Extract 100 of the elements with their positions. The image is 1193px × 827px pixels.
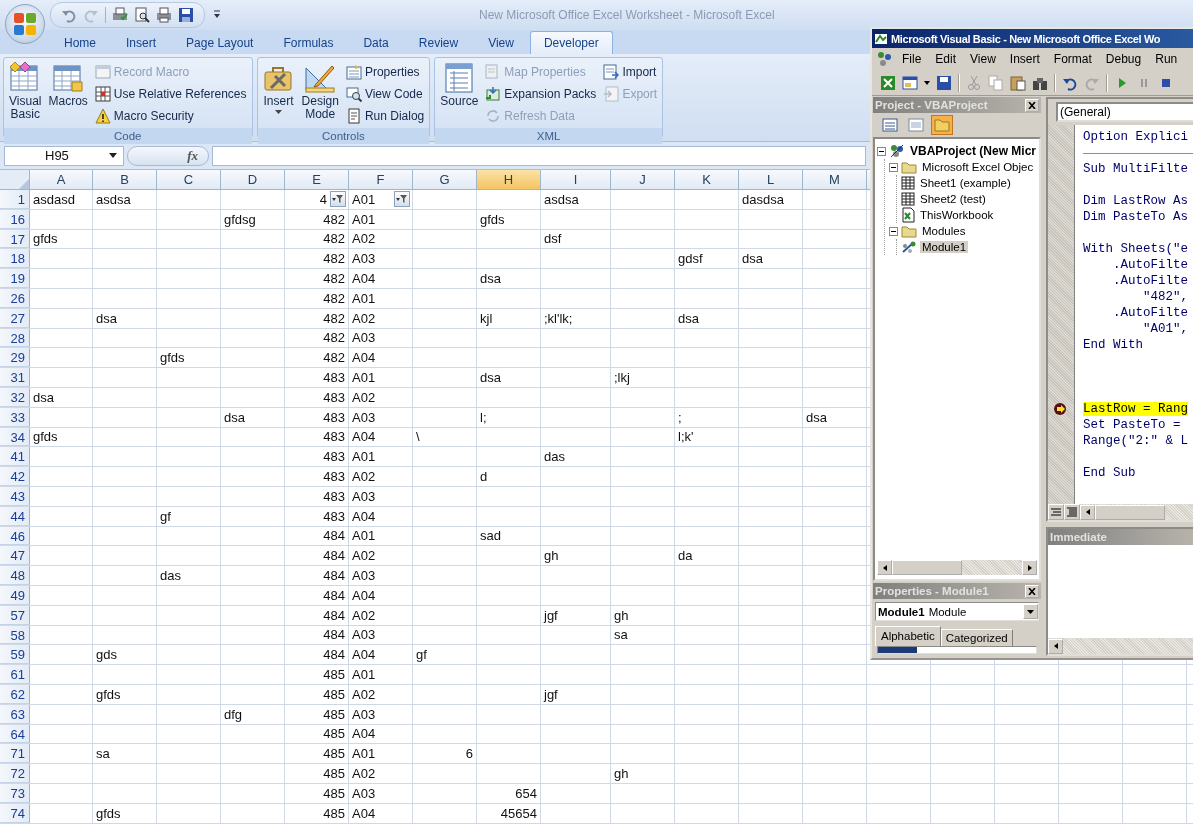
row-header[interactable]: 72 (0, 764, 30, 783)
ribbon-button[interactable]: Macros (46, 60, 90, 126)
table-cell-text: dsa (479, 271, 502, 287)
table-cell-text: 483 (322, 469, 346, 485)
menu-item[interactable]: Edit (929, 50, 963, 68)
table-cell-text: 45654 (499, 805, 538, 821)
ribbon-button[interactable]: Design Mode (299, 60, 341, 126)
table-cell-text: gfdsg (223, 211, 257, 227)
menu-item[interactable]: View (964, 50, 1002, 68)
code-line: Set PasteTo = (1083, 418, 1181, 432)
table-cell-text: A01 (351, 746, 377, 762)
table-cell-text: 483 (322, 449, 346, 465)
column-header[interactable]: E (285, 170, 349, 190)
column-header[interactable]: C (157, 170, 221, 190)
code-line: .AutoFilte (1112, 258, 1189, 272)
tree-item[interactable]: ThisWorkbook (918, 209, 996, 221)
menu-item[interactable]: Run (1149, 50, 1184, 68)
row-header[interactable]: 18 (0, 249, 30, 269)
column-header[interactable]: I (541, 170, 611, 190)
column-header[interactable]: H (477, 170, 541, 190)
column-header[interactable]: F (349, 170, 413, 190)
table-cell-text: A03 (351, 568, 377, 584)
ribbon-button[interactable]: Insert (260, 60, 297, 126)
row-header[interactable]: 47 (0, 546, 30, 566)
row-header[interactable]: 48 (0, 566, 30, 585)
ribbon-button[interactable]: Source (438, 60, 481, 126)
table-cell-text: 482 (322, 271, 346, 287)
table-cell-text: A04 (351, 429, 377, 445)
column-header[interactable]: A (30, 170, 93, 190)
table-cell-text: 485 (322, 805, 346, 821)
tree-item[interactable]: VBAProject (New Micr (908, 144, 1039, 158)
code-line: Sub MultiFilte (1083, 162, 1189, 176)
ribbon-button[interactable]: Expansion Packs (483, 83, 599, 104)
row-header[interactable]: 42 (0, 467, 30, 486)
menu-item[interactable]: Format (1047, 50, 1098, 68)
properties-tab[interactable]: Categorized (940, 629, 1013, 646)
column-header[interactable]: M (803, 170, 867, 190)
menu-item[interactable]: Debug (1099, 50, 1148, 68)
tree-item[interactable]: Sheet1 (example) (918, 177, 1013, 189)
table-cell-text: 484 (322, 548, 346, 564)
ribbon-tab[interactable]: Review (404, 31, 473, 54)
column-header[interactable]: K (675, 170, 739, 190)
row-header[interactable]: 1 (0, 190, 30, 209)
table-cell-text: 484 (322, 627, 346, 643)
table-cell-text: dsa (95, 310, 118, 326)
group-label: Code (4, 128, 252, 144)
group-label: XML (435, 128, 663, 144)
tree-item[interactable]: Microsoft Excel Objec (920, 161, 1036, 173)
ribbon-button[interactable]: Import (601, 61, 660, 82)
ribbon-tab[interactable]: Formulas (269, 31, 348, 54)
ribbon-tab[interactable]: Data (349, 31, 403, 54)
insert-function-button[interactable]: fx (127, 145, 209, 166)
table-cell-text: 482 (322, 211, 346, 227)
table-cell-text: 483 (322, 370, 346, 386)
ribbon-button[interactable]: Visual Basic (7, 60, 44, 126)
column-header[interactable]: D (221, 170, 285, 190)
table-cell-text: dsa (805, 409, 828, 425)
table-cell-text: A02 (351, 686, 377, 702)
table-cell-text: dasdsa (741, 191, 785, 207)
table-cell-text: 484 (322, 607, 346, 623)
object-dropdown[interactable]: (General) (1056, 102, 1193, 122)
ribbon-tab[interactable]: Home (50, 31, 110, 54)
row-header[interactable]: 61 (0, 665, 30, 684)
ribbon-tab[interactable]: Page Layout (172, 31, 268, 54)
row-header[interactable]: 19 (0, 269, 30, 288)
table-cell-text: A02 (351, 548, 377, 564)
ribbon-button[interactable]: View Code (343, 83, 427, 104)
ribbon-button[interactable]: Properties (343, 61, 427, 82)
name-box[interactable]: H95 (4, 145, 124, 166)
tree-item[interactable]: Sheet2 (test) (918, 193, 988, 205)
ribbon-button[interactable]: Macro Security (92, 105, 249, 126)
row-header[interactable]: 31 (0, 368, 30, 387)
row-header[interactable]: 41 (0, 447, 30, 467)
pane-title: Properties - Module1 (875, 585, 989, 597)
table-cell-text: 482 (322, 290, 346, 306)
tree-item[interactable]: Module1 (920, 241, 969, 253)
menu-item[interactable]: Insert (1003, 50, 1046, 68)
row-header[interactable]: 71 (0, 744, 30, 764)
ribbon-button[interactable]: Run Dialog (343, 105, 427, 126)
table-cell-text: dsa (479, 370, 502, 386)
menu-item[interactable]: File (896, 50, 928, 68)
column-header[interactable]: L (739, 170, 803, 190)
column-header[interactable]: B (93, 170, 157, 190)
column-header[interactable]: J (611, 170, 675, 190)
properties-tab[interactable]: Alphabetic (875, 626, 941, 646)
object-dropdown[interactable]: Module1 Module (875, 602, 1039, 621)
row-header[interactable]: 29 (0, 348, 30, 368)
table-cell-text: A04 (351, 587, 377, 603)
pane-title: Project - VBAProject (875, 99, 988, 111)
table-cell-text: ;kl'lk; (543, 310, 574, 326)
row-header[interactable]: 59 (0, 645, 30, 665)
table-cell-text: A04 (351, 805, 377, 821)
table-cell-text: \ (415, 429, 421, 445)
ribbon-button[interactable]: Use Relative References (92, 83, 249, 104)
ribbon-tab[interactable]: Developer (529, 31, 613, 54)
table-cell-text: gf (159, 508, 172, 524)
ribbon-tab[interactable]: Insert (112, 31, 171, 54)
tree-item[interactable]: Modules (920, 225, 968, 237)
ribbon-tab[interactable]: View (474, 31, 528, 54)
column-header[interactable]: G (413, 170, 477, 190)
